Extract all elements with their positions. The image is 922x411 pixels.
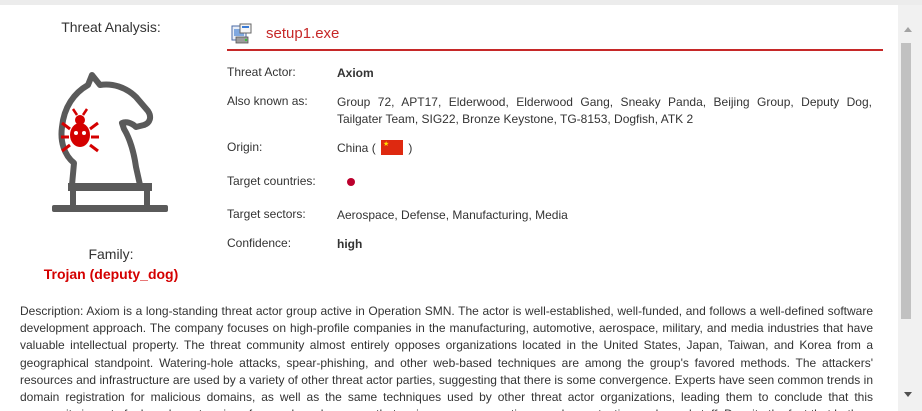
japan-flag-dot-icon bbox=[347, 178, 355, 186]
target-sectors-value: Aerospace, Defense, Manufacturing, Media bbox=[337, 208, 568, 222]
threat-analysis-label: Threat Analysis: bbox=[61, 19, 161, 35]
threat-analysis-panel: Threat Analysis: Family: Trojan (deputy_… bbox=[0, 5, 898, 411]
target-sectors-label: Target sectors: bbox=[227, 207, 306, 221]
family-label: Family: bbox=[88, 246, 134, 262]
target-countries-label: Target countries: bbox=[227, 174, 316, 188]
threat-actor-label: Threat Actor: bbox=[227, 65, 296, 79]
aka-label: Also known as: bbox=[227, 94, 308, 108]
origin-country: China ( bbox=[337, 141, 376, 155]
scroll-down-arrow-icon[interactable] bbox=[904, 392, 912, 397]
confidence-label: Confidence: bbox=[227, 236, 292, 250]
description-text: Description: Axiom is a long-standing th… bbox=[20, 304, 873, 411]
china-flag-icon: ★ bbox=[381, 140, 404, 155]
origin-label: Origin: bbox=[227, 140, 263, 154]
confidence-value: high bbox=[337, 237, 363, 251]
installer-exe-icon bbox=[231, 23, 252, 44]
scrollbar-thumb[interactable] bbox=[901, 43, 911, 319]
threat-summary-column: Threat Analysis: Family: Trojan (deputy_… bbox=[0, 5, 222, 295]
scroll-up-arrow-icon[interactable] bbox=[904, 27, 912, 32]
vertical-scrollbar[interactable] bbox=[898, 5, 922, 411]
threat-actor-value: Axiom bbox=[337, 66, 374, 80]
chess-knight-with-bug-icon bbox=[52, 72, 168, 212]
family-value: Trojan (deputy_dog) bbox=[43, 266, 179, 282]
aka-value: Group 72, APT17, Elderwood, Elderwood Ga… bbox=[337, 95, 872, 126]
file-header: setup1.exe bbox=[227, 18, 883, 51]
origin-close-paren: ) bbox=[408, 141, 413, 155]
file-name: setup1.exe bbox=[266, 25, 340, 42]
origin-value: China ( ★ ) bbox=[337, 140, 872, 157]
